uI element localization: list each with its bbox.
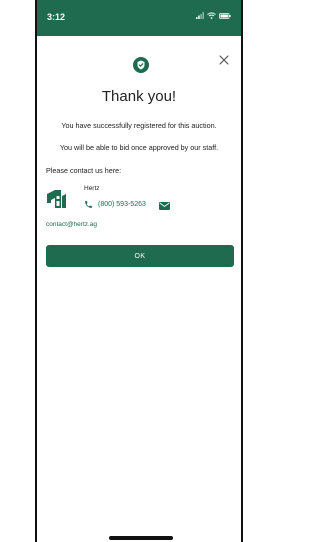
phone-screen: 3:12 Thank you! You have successfully re…	[35, 0, 243, 542]
ok-button[interactable]: OK	[46, 245, 234, 267]
shield-check-icon	[133, 57, 149, 73]
status-icons	[196, 12, 231, 19]
company-name: Hertz	[84, 185, 100, 192]
dialog-title: Thank you!	[101, 88, 177, 105]
status-bar: 3:12	[37, 0, 241, 36]
status-time: 3:12	[47, 12, 66, 22]
battery-icon	[219, 12, 231, 19]
phone-link[interactable]: (800) 593-5263	[84, 200, 146, 209]
registered-message: You have successfully registered for thi…	[61, 121, 217, 130]
mail-icon[interactable]	[159, 202, 170, 210]
wifi-icon	[207, 12, 216, 19]
email-link[interactable]: contact@hertz.ag	[46, 221, 97, 228]
phone-icon	[85, 201, 92, 208]
signal-icon	[196, 12, 204, 19]
contact-heading: Please contact us here:	[46, 166, 122, 175]
phone-number: (800) 593-5263	[98, 201, 146, 208]
close-icon[interactable]	[217, 53, 231, 67]
home-indicator[interactable]	[109, 536, 173, 540]
hertz-logo	[47, 190, 66, 208]
approval-message: You will be able to bid once approved by…	[59, 143, 219, 152]
